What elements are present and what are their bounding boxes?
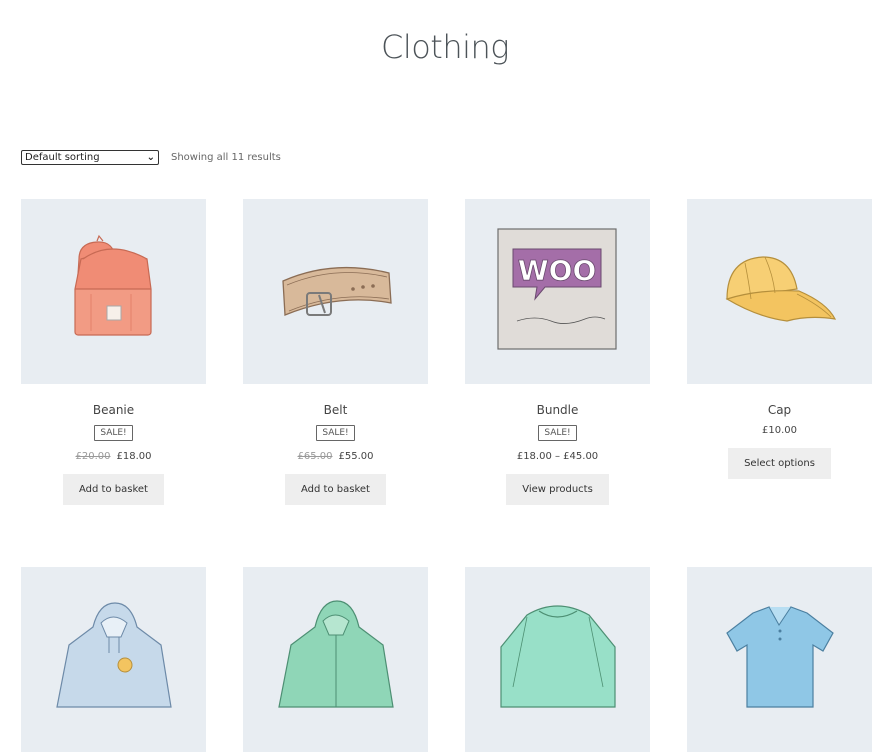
sorting-select-value: Default sorting xyxy=(25,152,100,163)
woo-album-image[interactable]: WOO xyxy=(465,199,650,384)
product-card-beanie: Beanie SALE! £20.00 £18.00 Add to basket xyxy=(21,199,206,505)
chevron-down-icon: ⌄ xyxy=(146,152,155,163)
product-card-belt: Belt SALE! £65.00 £55.00 Add to basket xyxy=(243,199,428,505)
select-options-button[interactable]: Select options xyxy=(728,448,831,479)
product-card-sweater xyxy=(465,567,650,752)
product-name[interactable]: Bundle xyxy=(465,403,650,417)
sale-price: £55.00 xyxy=(338,451,374,462)
product-card-bundle: WOO Bundle SALE! £18.00 – £45.00 View pr… xyxy=(465,199,650,505)
product-name[interactable]: Belt xyxy=(243,403,428,417)
page-title: Clothing xyxy=(380,28,510,66)
hoodie-image[interactable] xyxy=(243,567,428,752)
svg-text:WOO: WOO xyxy=(518,254,597,287)
add-to-basket-button[interactable]: Add to basket xyxy=(63,474,164,505)
product-card-hoodie-with-logo xyxy=(21,567,206,752)
shop-toolbar: Default sorting ⌄ Showing all 11 results xyxy=(21,150,281,165)
product-card-cap: Cap £10.00 Select options xyxy=(687,199,872,479)
sale-badge: SALE! xyxy=(538,425,577,441)
sale-badge: SALE! xyxy=(316,425,355,441)
product-price: £10.00 xyxy=(762,425,797,436)
original-price: £65.00 xyxy=(297,451,333,462)
view-products-button[interactable]: View products xyxy=(506,474,609,505)
sale-price: £18.00 xyxy=(116,451,152,462)
beanie-image[interactable] xyxy=(21,199,206,384)
add-to-basket-button[interactable]: Add to basket xyxy=(285,474,386,505)
hoodie-with-logo-image[interactable] xyxy=(21,567,206,752)
sale-badge: SALE! xyxy=(94,425,133,441)
product-card-polo xyxy=(687,567,872,752)
product-price: £20.00 £18.00 xyxy=(21,451,206,462)
sweater-image[interactable] xyxy=(465,567,650,752)
product-name[interactable]: Beanie xyxy=(21,403,206,417)
original-price: £20.00 xyxy=(75,451,111,462)
product-price: £65.00 £55.00 xyxy=(243,451,428,462)
product-name[interactable]: Cap xyxy=(687,403,872,417)
product-price: £18.00 – £45.00 xyxy=(516,451,599,462)
polo-image[interactable] xyxy=(687,567,872,752)
product-card-hoodie xyxy=(243,567,428,752)
result-count: Showing all 11 results xyxy=(171,152,281,163)
belt-image[interactable] xyxy=(243,199,428,384)
sorting-select[interactable]: Default sorting ⌄ xyxy=(21,150,159,165)
cap-image[interactable] xyxy=(687,199,872,384)
